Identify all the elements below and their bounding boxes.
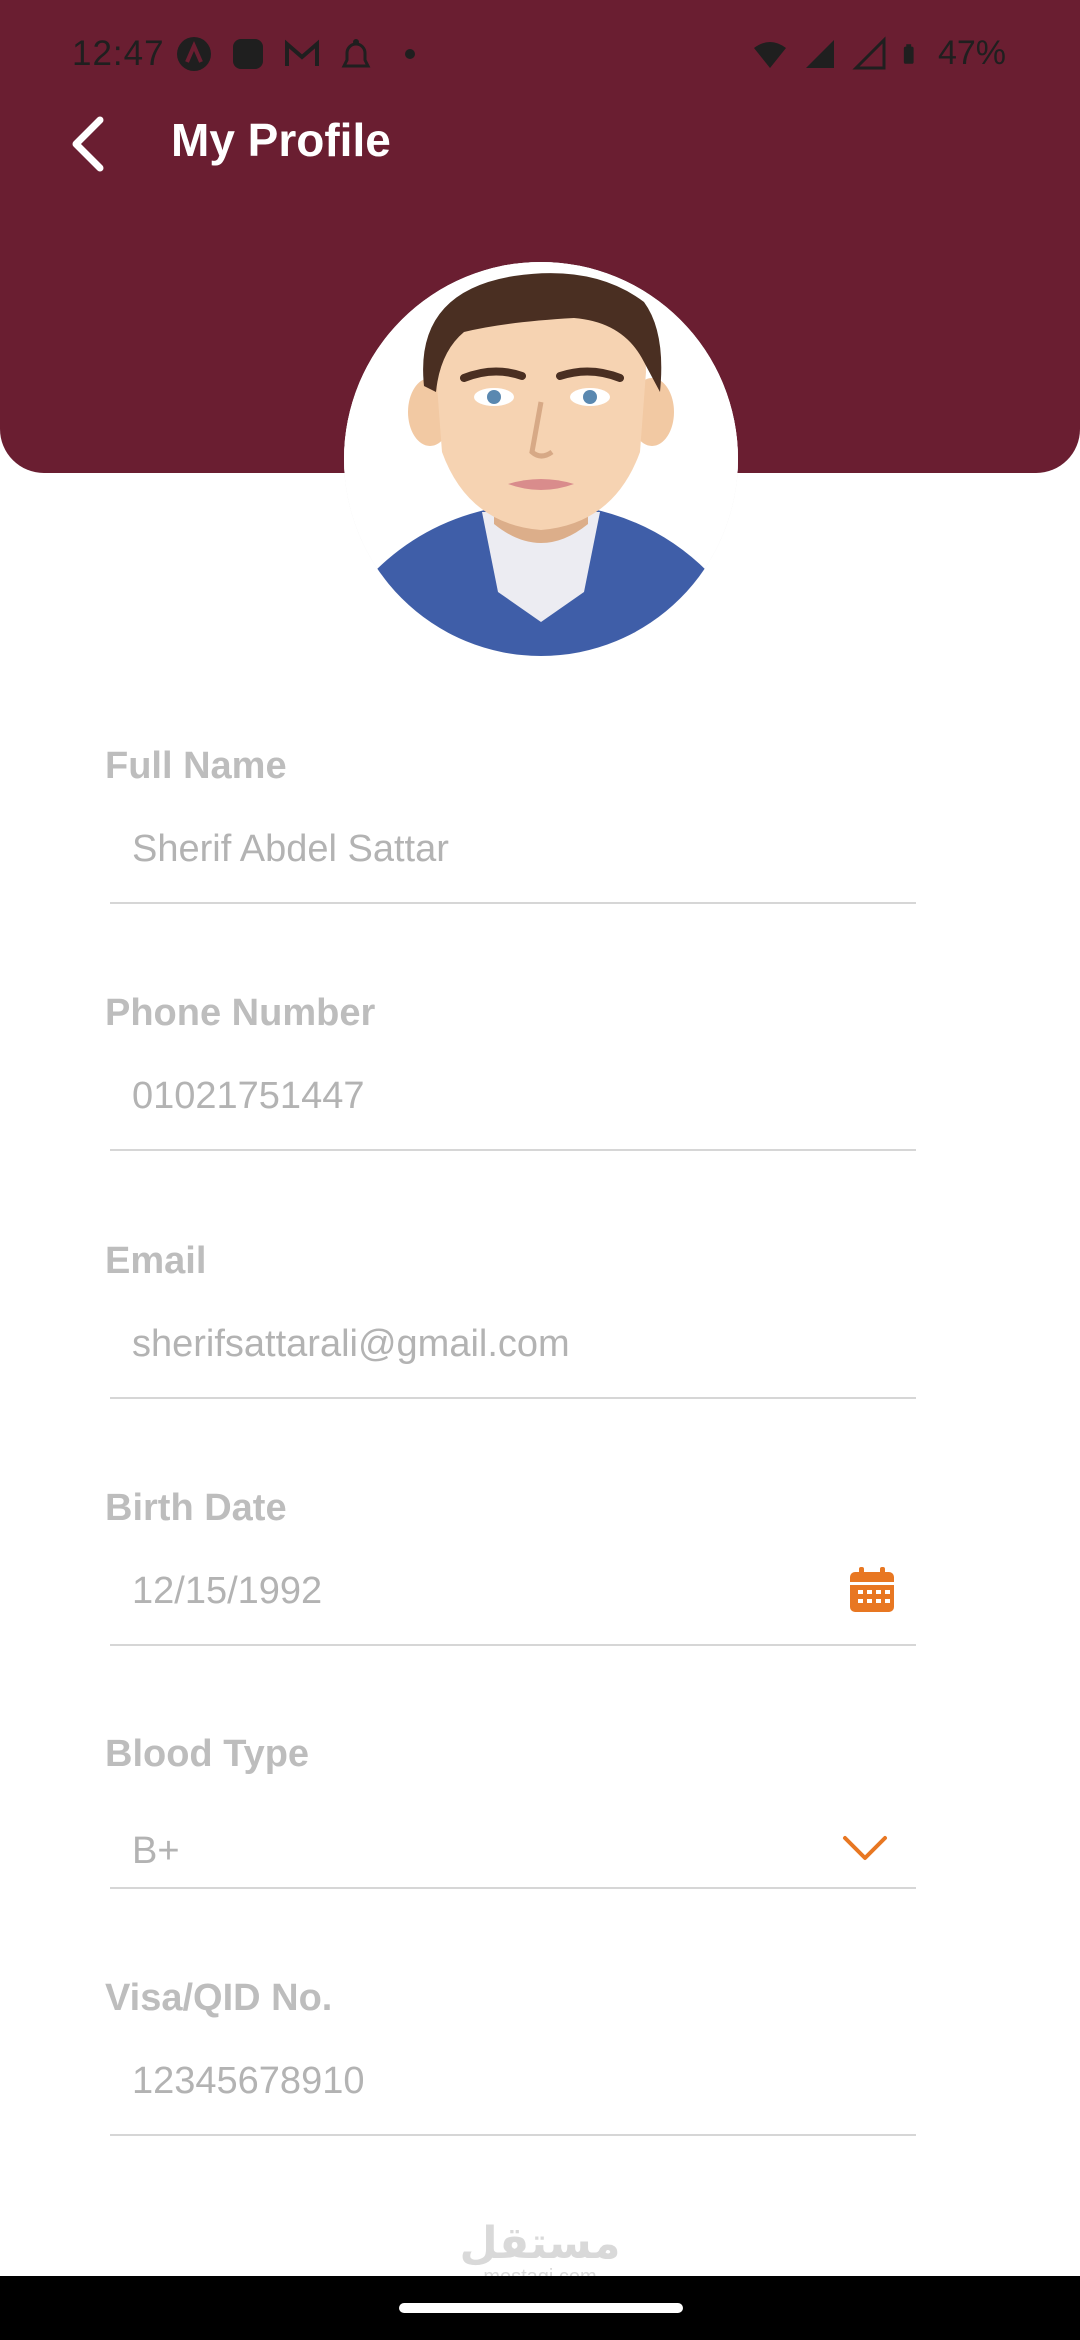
email-input[interactable]: sherifsattarali@gmail.com: [132, 1323, 570, 1366]
chevron-left-icon: [72, 116, 104, 172]
avatar[interactable]: [344, 262, 738, 656]
home-gesture-handle[interactable]: [399, 2303, 683, 2313]
full-name-label: Full Name: [105, 745, 287, 787]
watermark-arabic: مستقل: [459, 2218, 621, 2269]
phone-input[interactable]: 01021751447: [132, 1075, 364, 1118]
status-time: 12:47: [72, 34, 165, 73]
blood-type-label: Blood Type: [105, 1733, 310, 1775]
status-bar: 12:47 47%: [0, 0, 1080, 110]
birth-date-underline: [110, 1644, 916, 1646]
calendar-icon: [850, 1567, 894, 1612]
email-underline: [110, 1397, 916, 1399]
email-label: Email: [105, 1240, 207, 1282]
signal-icon-2: [852, 35, 886, 69]
battery-icon: [903, 43, 914, 64]
full-name-input[interactable]: Sherif Abdel Sattar: [132, 828, 449, 871]
visa-label: Visa/QID No.: [105, 1977, 333, 2019]
visa-input[interactable]: 12345678910: [132, 2060, 364, 2103]
profile-avatar-image: [344, 262, 738, 656]
back-button[interactable]: [56, 112, 120, 176]
alert-icon: [341, 39, 371, 68]
gmail-icon: [285, 39, 319, 66]
blood-type-dropdown-button[interactable]: [842, 1834, 888, 1867]
notification-icons: [176, 36, 428, 72]
phone-label: Phone Number: [105, 992, 376, 1034]
calendar-button[interactable]: [848, 1566, 896, 1619]
chevron-down-icon: [843, 1836, 887, 1860]
more-dot-icon: [405, 49, 415, 59]
phone-underline: [110, 1149, 916, 1151]
birth-date-label: Birth Date: [105, 1487, 287, 1529]
wifi-icon: [753, 41, 786, 68]
blood-type-underline: [110, 1887, 916, 1889]
app-a-icon: [177, 37, 211, 71]
visa-underline: [110, 2134, 916, 2136]
app-square-icon: [233, 39, 263, 69]
birth-date-input[interactable]: 12/15/1992: [132, 1570, 322, 1613]
system-icons: 47%: [752, 34, 1006, 73]
blood-type-select[interactable]: B+: [132, 1830, 180, 1873]
full-name-underline: [110, 902, 916, 904]
signal-icon: [805, 39, 834, 68]
page-title: My Profile: [171, 114, 391, 166]
battery-percent: 47%: [937, 34, 1006, 72]
